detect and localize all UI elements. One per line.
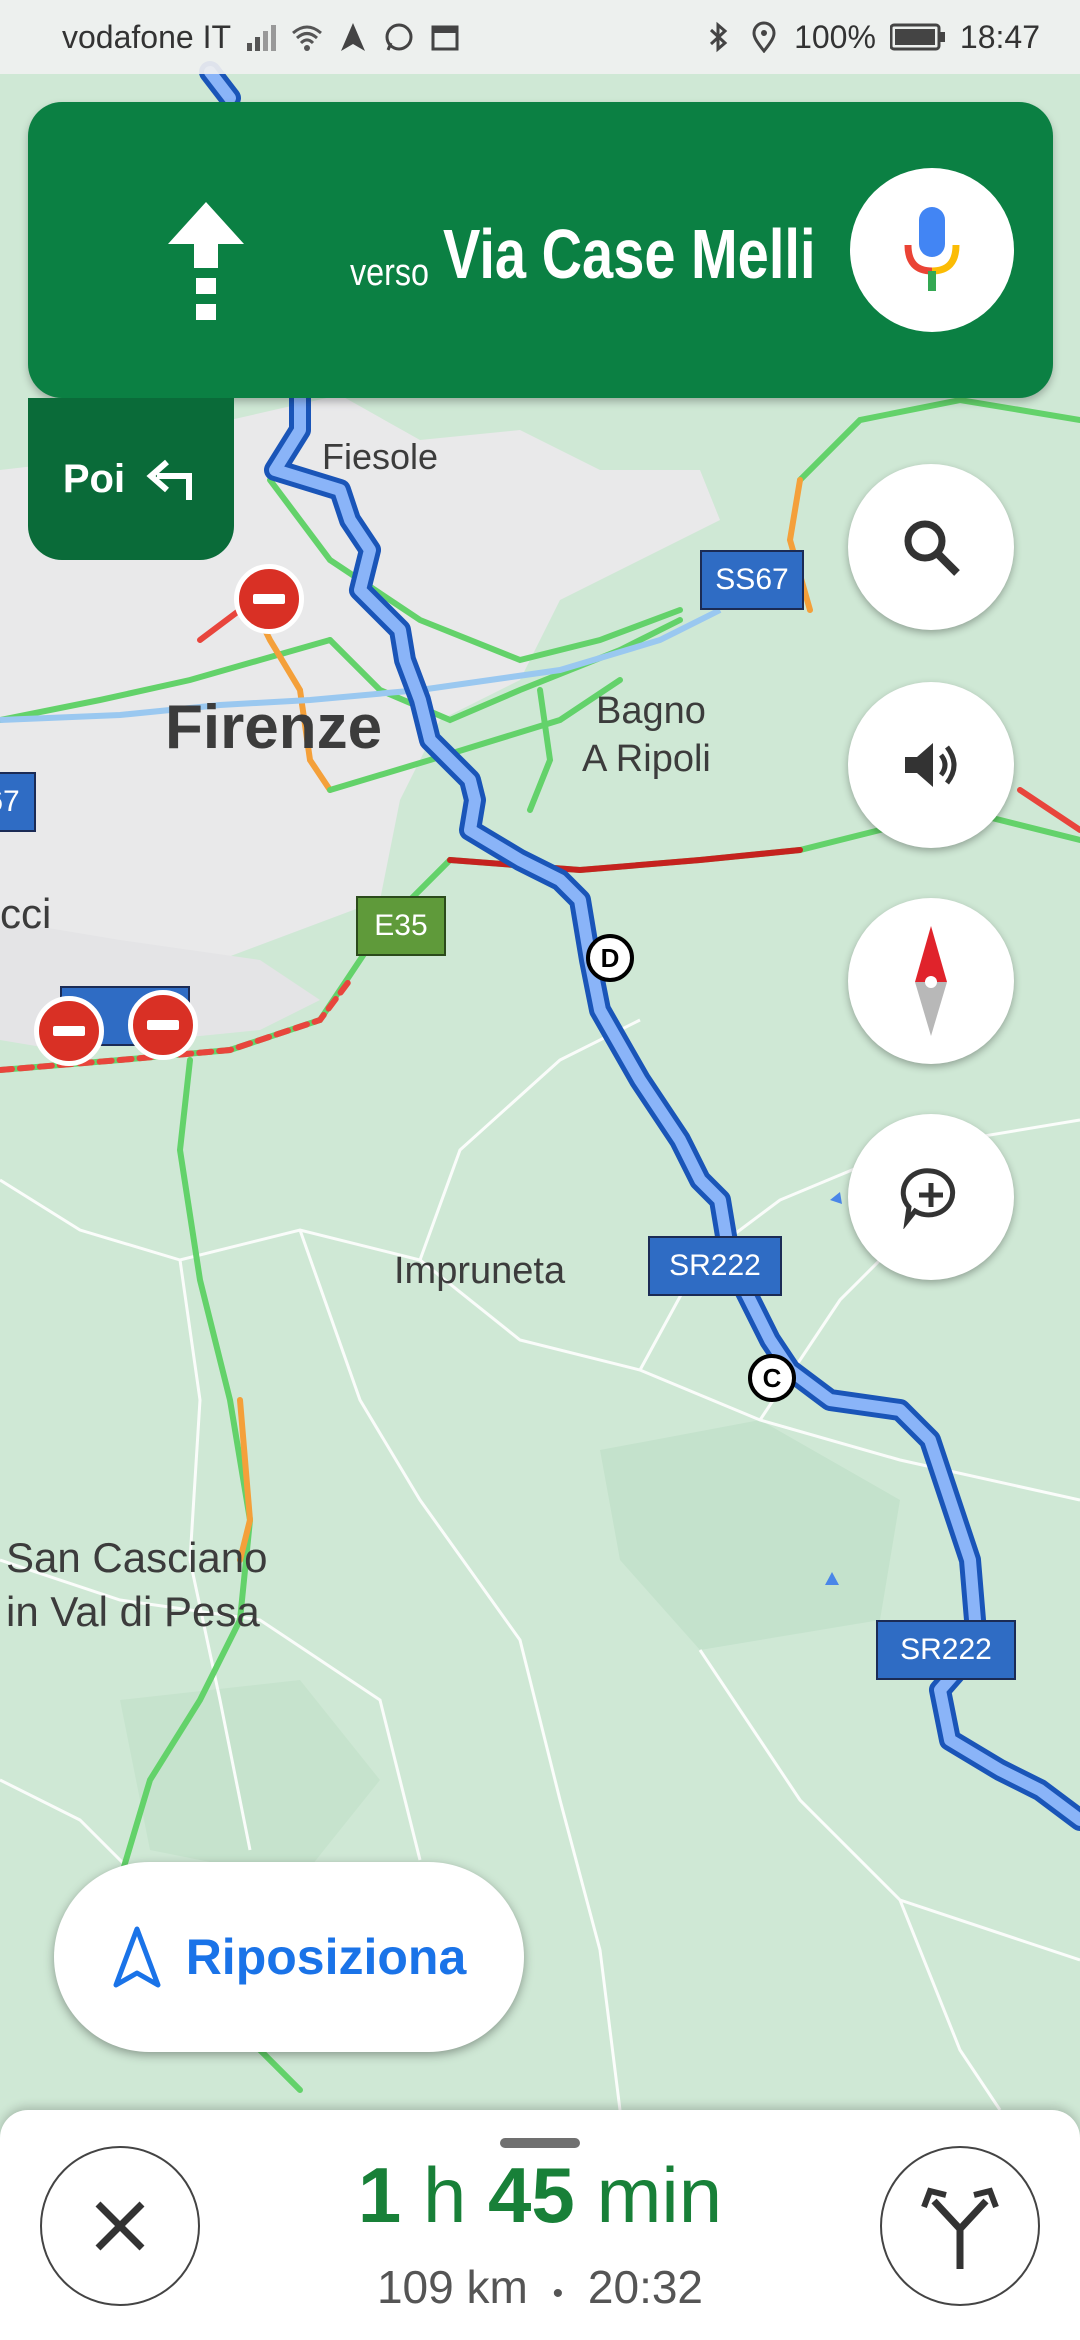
navigation-instruction-card[interactable]: verso Via Case Melli [28, 102, 1053, 398]
duration-hours-unit: h [422, 2151, 467, 2239]
road-shield-ss67: SS67 [700, 550, 804, 610]
alternate-routes-icon [921, 2187, 999, 2269]
toward-label: verso [350, 252, 429, 294]
no-entry-icon [128, 990, 198, 1060]
navigation-status-icon [341, 23, 365, 51]
clock: 18:47 [959, 18, 1040, 55]
road-shield-e35: E35 [356, 896, 446, 956]
battery-percent: 100% [794, 18, 876, 55]
drag-handle[interactable] [500, 2138, 580, 2148]
compass-button[interactable] [848, 898, 1014, 1064]
waypoint-d[interactable]: D [586, 934, 634, 982]
add-report-button[interactable] [848, 1114, 1014, 1280]
no-entry-icon [234, 564, 304, 634]
arrow-straight-icon [168, 202, 244, 320]
meta-separator: • [552, 2277, 564, 2310]
trip-duration: 1 h 45 min [260, 2150, 820, 2241]
status-bar: vodafone IT 100% 18:47 [0, 0, 1080, 74]
voice-search-button[interactable] [850, 168, 1014, 332]
road-shield-67-edge: 67 [0, 772, 36, 832]
search-icon [904, 520, 960, 576]
carrier-label: vodafone IT [62, 18, 231, 55]
navigation-arrow-icon [113, 1926, 161, 1988]
close-icon [95, 2201, 145, 2251]
google-mic-icon [904, 207, 960, 291]
place-val-di-pesa: in Val di Pesa [6, 1588, 260, 1635]
then-label: Poi [62, 456, 126, 501]
search-button[interactable] [848, 464, 1014, 630]
recenter-button[interactable]: Riposiziona [54, 1862, 524, 2052]
duration-minutes-unit: min [596, 2151, 723, 2239]
place-impruneta: Impruneta [394, 1250, 566, 1292]
then-instruction[interactable]: Poi [28, 398, 234, 560]
arrival-time: 20:32 [587, 2261, 704, 2313]
alternate-routes-button[interactable] [880, 2146, 1040, 2306]
trip-distance: 109 km [376, 2261, 528, 2313]
place-cci: cci [0, 890, 52, 937]
duration-hours: 1 [357, 2151, 402, 2239]
place-a-ripoli: A Ripoli [582, 738, 711, 780]
add-report-icon [900, 1168, 956, 1229]
no-entry-icon [34, 996, 104, 1066]
calendar-icon [431, 25, 459, 51]
trip-meta: 109 km • 20:32 [260, 2260, 820, 2314]
road-shield-sr222-2: SR222 [876, 1620, 1016, 1680]
trip-summary-panel[interactable]: 1 h 45 min 109 km • 20:32 [0, 2110, 1080, 2340]
volume-icon [905, 743, 957, 787]
bluetooth-icon [710, 21, 728, 53]
battery-icon [889, 23, 945, 51]
compass-icon [915, 926, 947, 1036]
place-san-casciano: San Casciano [6, 1534, 268, 1581]
location-icon [752, 21, 776, 53]
place-fiesole: Fiesole [322, 436, 439, 477]
place-bagno: Bagno [596, 690, 706, 732]
signal-icon [247, 25, 276, 51]
wifi-icon [292, 25, 322, 51]
sound-button[interactable] [848, 682, 1014, 848]
whatsapp-icon [385, 23, 413, 51]
recenter-label: Riposiziona [185, 1929, 467, 1985]
street-name: Via Case Melli [443, 215, 816, 293]
waypoint-c[interactable]: C [748, 1354, 796, 1402]
turn-left-icon [146, 459, 193, 500]
place-firenze: Firenze [165, 693, 383, 762]
close-navigation-button[interactable] [40, 2146, 200, 2306]
road-shield-sr222-1: SR222 [648, 1236, 782, 1296]
duration-minutes: 45 [488, 2151, 575, 2239]
